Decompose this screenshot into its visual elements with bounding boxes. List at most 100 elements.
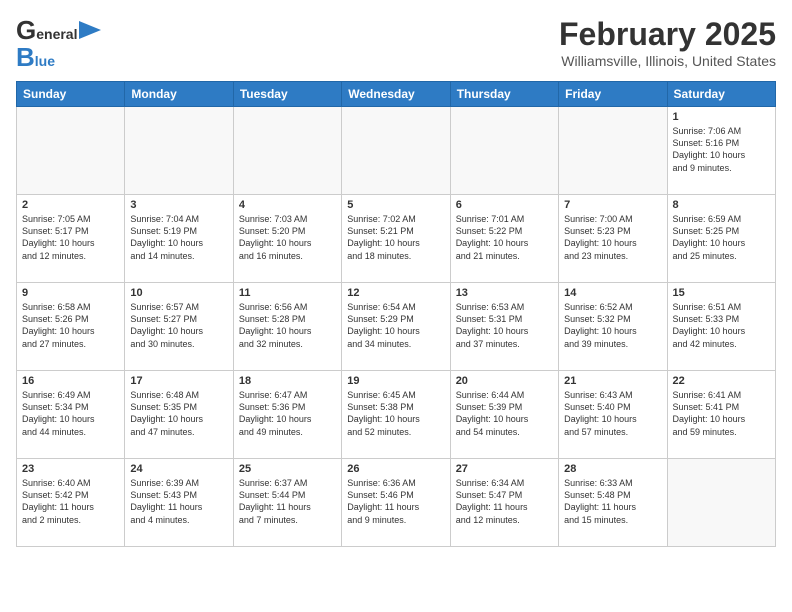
day-info: Sunrise: 6:59 AM Sunset: 5:25 PM Dayligh…	[673, 213, 770, 262]
day-number: 2	[22, 199, 119, 211]
logo-g: G	[16, 16, 36, 45]
day-number: 7	[564, 199, 661, 211]
calendar-cell: 26Sunrise: 6:36 AM Sunset: 5:46 PM Dayli…	[342, 459, 450, 547]
day-info: Sunrise: 6:48 AM Sunset: 5:35 PM Dayligh…	[130, 389, 227, 438]
calendar-week-5: 23Sunrise: 6:40 AM Sunset: 5:42 PM Dayli…	[17, 459, 776, 547]
calendar-cell: 22 Sunrise: 6:41 AM Sunset: 5:41 PM Dayli…	[667, 371, 775, 459]
calendar-week-2: 2Sunrise: 7:05 AM Sunset: 5:17 PM Daylig…	[17, 195, 776, 283]
day-number: 6	[456, 199, 553, 211]
calendar-cell: 8 Sunrise: 6:59 AM Sunset: 5:25 PM Daylig…	[667, 195, 775, 283]
col-saturday: Saturday	[667, 82, 775, 107]
calendar-cell	[125, 107, 233, 195]
calendar-week-3: 9Sunrise: 6:58 AM Sunset: 5:26 PM Daylig…	[17, 283, 776, 371]
day-number: 8	[673, 199, 770, 211]
day-info: Sunrise: 6:47 AM Sunset: 5:36 PM Dayligh…	[239, 389, 336, 438]
day-info: Sunrise: 7:00 AM Sunset: 5:23 PM Dayligh…	[564, 213, 661, 262]
calendar-cell: 20Sunrise: 6:44 AM Sunset: 5:39 PM Dayli…	[450, 371, 558, 459]
calendar-cell	[342, 107, 450, 195]
logo-arrow-icon	[79, 21, 101, 39]
day-info: Sunrise: 7:03 AM Sunset: 5:20 PM Dayligh…	[239, 213, 336, 262]
logo: G eneral B lue	[16, 16, 101, 71]
calendar-cell: 25 Sunrise: 6:37 AM Sunset: 5:44 PM Dayli…	[233, 459, 341, 547]
calendar-cell: 2Sunrise: 7:05 AM Sunset: 5:17 PM Daylig…	[17, 195, 125, 283]
day-info: Sunrise: 6:34 AM Sunset: 5:47 PM Dayligh…	[456, 477, 553, 526]
calendar-cell: 4Sunrise: 7:03 AM Sunset: 5:20 PM Daylig…	[233, 195, 341, 283]
day-info: Sunrise: 6:57 AM Sunset: 5:27 PM Dayligh…	[130, 301, 227, 350]
calendar-cell: 24 Sunrise: 6:39 AM Sunset: 5:43 PM Dayli…	[125, 459, 233, 547]
day-info: Sunrise: 6:39 AM Sunset: 5:43 PM Dayligh…	[130, 477, 227, 526]
col-wednesday: Wednesday	[342, 82, 450, 107]
day-number: 9	[22, 287, 119, 299]
logo-lue: lue	[35, 54, 55, 69]
day-info: Sunrise: 7:02 AM Sunset: 5:21 PM Dayligh…	[347, 213, 444, 262]
day-number: 15	[673, 287, 770, 299]
calendar-cell: 16 Sunrise: 6:49 AM Sunset: 5:34 PM Dayli…	[17, 371, 125, 459]
calendar-cell	[667, 459, 775, 547]
calendar-cell	[233, 107, 341, 195]
day-number: 10	[130, 287, 227, 299]
calendar-table: Sunday Monday Tuesday Wednesday Thursday…	[16, 81, 776, 547]
day-number: 26	[347, 463, 444, 475]
day-number: 16	[22, 375, 119, 387]
day-number: 14	[564, 287, 661, 299]
calendar-cell: 23Sunrise: 6:40 AM Sunset: 5:42 PM Dayli…	[17, 459, 125, 547]
calendar-cell: 5Sunrise: 7:02 AM Sunset: 5:21 PM Daylig…	[342, 195, 450, 283]
day-info: Sunrise: 6:33 AM Sunset: 5:48 PM Dayligh…	[564, 477, 661, 526]
calendar-cell	[17, 107, 125, 195]
day-info: Sunrise: 6:56 AM Sunset: 5:28 PM Dayligh…	[239, 301, 336, 350]
calendar-cell: 12Sunrise: 6:54 AM Sunset: 5:29 PM Dayli…	[342, 283, 450, 371]
day-number: 1	[673, 111, 770, 123]
calendar-cell: 28 Sunrise: 6:33 AM Sunset: 5:48 PM Dayli…	[559, 459, 667, 547]
title-section: February 2025 Williamsville, Illinois, U…	[559, 16, 776, 69]
day-info: Sunrise: 7:04 AM Sunset: 5:19 PM Dayligh…	[130, 213, 227, 262]
calendar-week-1: 1 Sunrise: 7:06 AM Sunset: 5:16 PM Daylig…	[17, 107, 776, 195]
day-info: Sunrise: 6:51 AM Sunset: 5:33 PM Dayligh…	[673, 301, 770, 350]
calendar-cell: 17 Sunrise: 6:48 AM Sunset: 5:35 PM Dayli…	[125, 371, 233, 459]
day-number: 25	[239, 463, 336, 475]
day-number: 28	[564, 463, 661, 475]
day-number: 13	[456, 287, 553, 299]
day-number: 12	[347, 287, 444, 299]
calendar-cell: 15 Sunrise: 6:51 AM Sunset: 5:33 PM Dayli…	[667, 283, 775, 371]
day-number: 21	[564, 375, 661, 387]
day-number: 11	[239, 287, 336, 299]
calendar-cell: 14Sunrise: 6:52 AM Sunset: 5:32 PM Dayli…	[559, 283, 667, 371]
calendar-cell: 13 Sunrise: 6:53 AM Sunset: 5:31 PM Dayli…	[450, 283, 558, 371]
logo-b: B	[16, 43, 35, 72]
day-info: Sunrise: 7:01 AM Sunset: 5:22 PM Dayligh…	[456, 213, 553, 262]
day-number: 22	[673, 375, 770, 387]
calendar-cell: 1 Sunrise: 7:06 AM Sunset: 5:16 PM Daylig…	[667, 107, 775, 195]
col-tuesday: Tuesday	[233, 82, 341, 107]
day-info: Sunrise: 6:44 AM Sunset: 5:39 PM Dayligh…	[456, 389, 553, 438]
logo-eneral: eneral	[36, 27, 77, 42]
day-number: 27	[456, 463, 553, 475]
day-info: Sunrise: 6:43 AM Sunset: 5:40 PM Dayligh…	[564, 389, 661, 438]
day-info: Sunrise: 6:37 AM Sunset: 5:44 PM Dayligh…	[239, 477, 336, 526]
day-info: Sunrise: 7:06 AM Sunset: 5:16 PM Dayligh…	[673, 125, 770, 174]
calendar-week-4: 16 Sunrise: 6:49 AM Sunset: 5:34 PM Dayli…	[17, 371, 776, 459]
calendar-cell: 18 Sunrise: 6:47 AM Sunset: 5:36 PM Dayli…	[233, 371, 341, 459]
col-thursday: Thursday	[450, 82, 558, 107]
col-monday: Monday	[125, 82, 233, 107]
day-info: Sunrise: 6:41 AM Sunset: 5:41 PM Dayligh…	[673, 389, 770, 438]
day-info: Sunrise: 6:45 AM Sunset: 5:38 PM Dayligh…	[347, 389, 444, 438]
col-sunday: Sunday	[17, 82, 125, 107]
day-number: 24	[130, 463, 227, 475]
day-number: 17	[130, 375, 227, 387]
calendar-cell: 11 Sunrise: 6:56 AM Sunset: 5:28 PM Dayli…	[233, 283, 341, 371]
day-info: Sunrise: 6:49 AM Sunset: 5:34 PM Dayligh…	[22, 389, 119, 438]
day-number: 23	[22, 463, 119, 475]
calendar-cell: 6 Sunrise: 7:01 AM Sunset: 5:22 PM Daylig…	[450, 195, 558, 283]
page-title: February 2025	[559, 16, 776, 53]
calendar-cell: 21 Sunrise: 6:43 AM Sunset: 5:40 PM Dayli…	[559, 371, 667, 459]
calendar-cell	[559, 107, 667, 195]
calendar-cell: 3Sunrise: 7:04 AM Sunset: 5:19 PM Daylig…	[125, 195, 233, 283]
header: G eneral B lue February 2025 Williamsvil…	[16, 16, 776, 71]
calendar-cell: 9Sunrise: 6:58 AM Sunset: 5:26 PM Daylig…	[17, 283, 125, 371]
calendar-cell: 19Sunrise: 6:45 AM Sunset: 5:38 PM Dayli…	[342, 371, 450, 459]
day-info: Sunrise: 6:53 AM Sunset: 5:31 PM Dayligh…	[456, 301, 553, 350]
calendar-cell: 10 Sunrise: 6:57 AM Sunset: 5:27 PM Dayli…	[125, 283, 233, 371]
page-subtitle: Williamsville, Illinois, United States	[559, 53, 776, 69]
day-number: 18	[239, 375, 336, 387]
main-container: G eneral B lue February 2025 Williamsvil…	[0, 0, 792, 555]
